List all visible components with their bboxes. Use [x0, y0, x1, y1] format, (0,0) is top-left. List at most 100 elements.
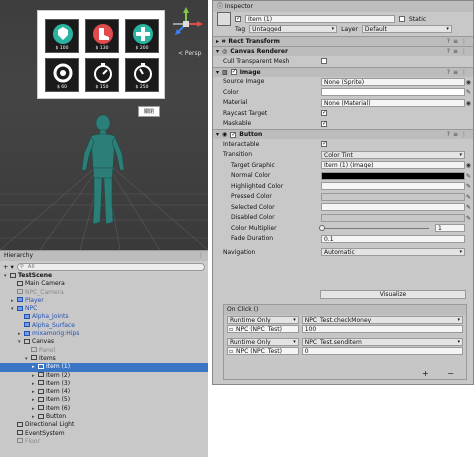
eyedropper-icon[interactable]: ✎ — [466, 194, 471, 201]
source-image-label: Source Image — [223, 78, 265, 86]
hierarchy-row[interactable]: Alpha_Surface — [0, 322, 208, 330]
tag-dropdown[interactable]: Untagged — [249, 25, 338, 33]
hierarchy-row[interactable]: ▾ TestScene — [0, 272, 208, 280]
scene-view[interactable]: $ 100 $ 130 $ 200 $ 60 $ 150 $ 250 關閉 < … — [0, 0, 208, 250]
item-price: $ 200 — [135, 46, 149, 51]
navigation-dropdown[interactable]: Automatic — [321, 248, 465, 256]
function-dropdown[interactable]: NPC_Test.sendItem — [301, 337, 463, 346]
button-header[interactable]: ▾ ◉ Button ?≡⋮ — [213, 129, 473, 139]
hierarchy-row[interactable]: EventSystem — [0, 430, 208, 438]
fade-duration-field[interactable]: 0.1 — [321, 234, 465, 243]
color-swatch[interactable] — [321, 88, 465, 96]
hierarchy-row[interactable]: ▸ Item (1) — [0, 363, 208, 372]
hierarchy-row[interactable]: ▸ Item (6) — [0, 405, 208, 413]
shop-item-6[interactable]: $ 250 — [125, 58, 159, 92]
multiplier-slider-track[interactable] — [321, 228, 429, 229]
canvas-renderer-header[interactable]: ▾ ◎ Canvas Renderer ?≡⋮ — [213, 46, 473, 56]
component-tools-icon[interactable]: ?≡⋮ — [447, 69, 470, 76]
inspector-tab[interactable]: ⓘ Inspector — [213, 1, 473, 12]
add-object-button[interactable]: + ▾ — [3, 263, 14, 271]
target-object-field[interactable]: ▫ NPC (NPC_Test) — [227, 325, 299, 334]
hierarchy-row-label: Alpha_Joints — [32, 313, 69, 321]
button-component-icon: ◉ — [222, 131, 228, 138]
argument-field[interactable]: 100 — [301, 325, 463, 334]
shield-heart-icon — [53, 24, 73, 44]
selected-color-swatch[interactable] — [321, 203, 465, 211]
eyedropper-icon[interactable]: ✎ — [466, 173, 471, 180]
raycast-checkbox[interactable] — [321, 109, 327, 117]
hierarchy-row[interactable]: ▸ Button — [0, 413, 208, 421]
hierarchy-row[interactable]: ▸ Item (4) — [0, 388, 208, 396]
image-header[interactable]: ▾ ▨ Image ?≡⋮ — [213, 66, 473, 77]
hierarchy-search-input[interactable]: ⚲ All — [16, 262, 205, 271]
component-tools-icon[interactable]: ?≡⋮ — [447, 38, 470, 45]
layer-dropdown[interactable]: Default — [361, 25, 452, 33]
cull-checkbox[interactable] — [321, 58, 327, 65]
shop-item-5[interactable]: $ 150 — [85, 58, 119, 92]
hierarchy-row[interactable]: ▸ Item (5) — [0, 396, 208, 404]
add-remove-event-buttons[interactable]: + − — [422, 369, 462, 378]
persp-label[interactable]: < Persp — [178, 50, 201, 57]
object-picker-icon[interactable]: ◉ — [466, 162, 471, 169]
hierarchy-row[interactable]: NPC_Camera — [0, 289, 208, 297]
source-image-field[interactable]: None (Sprite) — [321, 77, 465, 86]
shop-item-4[interactable]: $ 60 — [45, 58, 79, 92]
image-enabled-checkbox[interactable] — [230, 68, 237, 75]
shop-item-1[interactable]: $ 100 — [45, 19, 79, 53]
object-name-field[interactable]: Item (1) — [245, 15, 395, 23]
maskable-checkbox[interactable] — [321, 120, 327, 127]
kebab-menu-icon[interactable]: ⋮ — [198, 251, 204, 261]
hierarchy-row[interactable]: ▸ Player — [0, 297, 208, 305]
hierarchy-row[interactable]: Main Camera — [0, 280, 208, 288]
hierarchy-row[interactable]: ▾ Items — [0, 355, 208, 363]
hierarchy-row[interactable]: ▾ Canvas — [0, 338, 208, 346]
eyedropper-icon[interactable]: ✎ — [466, 89, 471, 96]
highlighted-color-swatch[interactable] — [321, 182, 465, 190]
shop-item-2[interactable]: $ 130 — [85, 19, 119, 53]
shop-item-3[interactable]: $ 200 — [125, 19, 159, 53]
npc-character[interactable] — [78, 112, 128, 232]
eyedropper-icon[interactable]: ✎ — [466, 183, 471, 190]
runtime-mode-dropdown[interactable]: Runtime Only — [227, 315, 299, 324]
gameobject-icon — [217, 12, 231, 26]
function-dropdown[interactable]: NPC_Test.checkMoney — [301, 315, 463, 324]
transition-dropdown[interactable]: Color Tint — [321, 150, 465, 159]
button-enabled-checkbox[interactable] — [230, 131, 236, 138]
hierarchy-row[interactable]: Alpha_Joints — [0, 313, 208, 321]
component-tools-icon[interactable]: ?≡⋮ — [447, 131, 470, 138]
multiplier-slider-handle[interactable] — [319, 225, 325, 231]
hierarchy-row[interactable]: ▸ Item (3) — [0, 380, 208, 388]
visualize-button[interactable]: Visualize — [320, 290, 466, 299]
static-checkbox[interactable] — [399, 16, 405, 22]
pressed-color-swatch[interactable] — [321, 192, 465, 201]
hierarchy-row[interactable]: ▸ Item (2) — [0, 372, 208, 380]
hierarchy-tree: ▾ TestScene Main Camera NPC_Camera ▸ Player ▾ N… — [0, 272, 208, 446]
normal-color-swatch[interactable] — [321, 171, 465, 180]
eyedropper-icon[interactable]: ✎ — [466, 204, 471, 211]
material-field[interactable]: None (Material) — [321, 98, 465, 107]
hierarchy-row[interactable]: Floor — [0, 438, 208, 446]
interactable-checkbox[interactable] — [321, 140, 327, 148]
rect-transform-header[interactable]: ▸ ⌗ Rect Transform ?≡⋮ — [213, 36, 473, 46]
hierarchy-row[interactable]: ▸ mixamorig:Hips — [0, 330, 208, 338]
component-tools-icon[interactable]: ?≡⋮ — [447, 48, 470, 55]
argument-field[interactable]: 0 — [301, 347, 463, 356]
object-picker-icon[interactable]: ◉ — [466, 100, 471, 107]
eyedropper-icon[interactable]: ✎ — [466, 215, 471, 222]
hierarchy-row[interactable]: Directional Light — [0, 421, 208, 429]
raycast-label: Raycast Target — [223, 109, 268, 117]
hierarchy-tab-label: Hierarchy — [4, 252, 34, 259]
active-checkbox[interactable] — [235, 15, 241, 22]
close-button[interactable]: 關閉 — [138, 106, 160, 117]
hierarchy-row[interactable]: Panel — [0, 347, 208, 355]
scene-gizmo-icon[interactable] — [168, 6, 204, 46]
runtime-mode-dropdown[interactable]: Runtime Only — [227, 337, 299, 346]
object-picker-icon[interactable]: ◉ — [466, 79, 471, 86]
disabled-color-swatch[interactable] — [321, 213, 465, 222]
target-graphic-field[interactable]: Item (1) (Image) — [321, 161, 465, 169]
multiplier-field[interactable]: 1 — [435, 224, 465, 232]
hierarchy-row[interactable]: ▾ NPC — [0, 305, 208, 313]
hierarchy-tab[interactable]: Hierarchy ⋮ — [0, 251, 208, 261]
target-object-field[interactable]: ▫ NPC (NPC_Test) — [227, 347, 299, 356]
selected-color-label: Selected Color — [231, 203, 275, 211]
